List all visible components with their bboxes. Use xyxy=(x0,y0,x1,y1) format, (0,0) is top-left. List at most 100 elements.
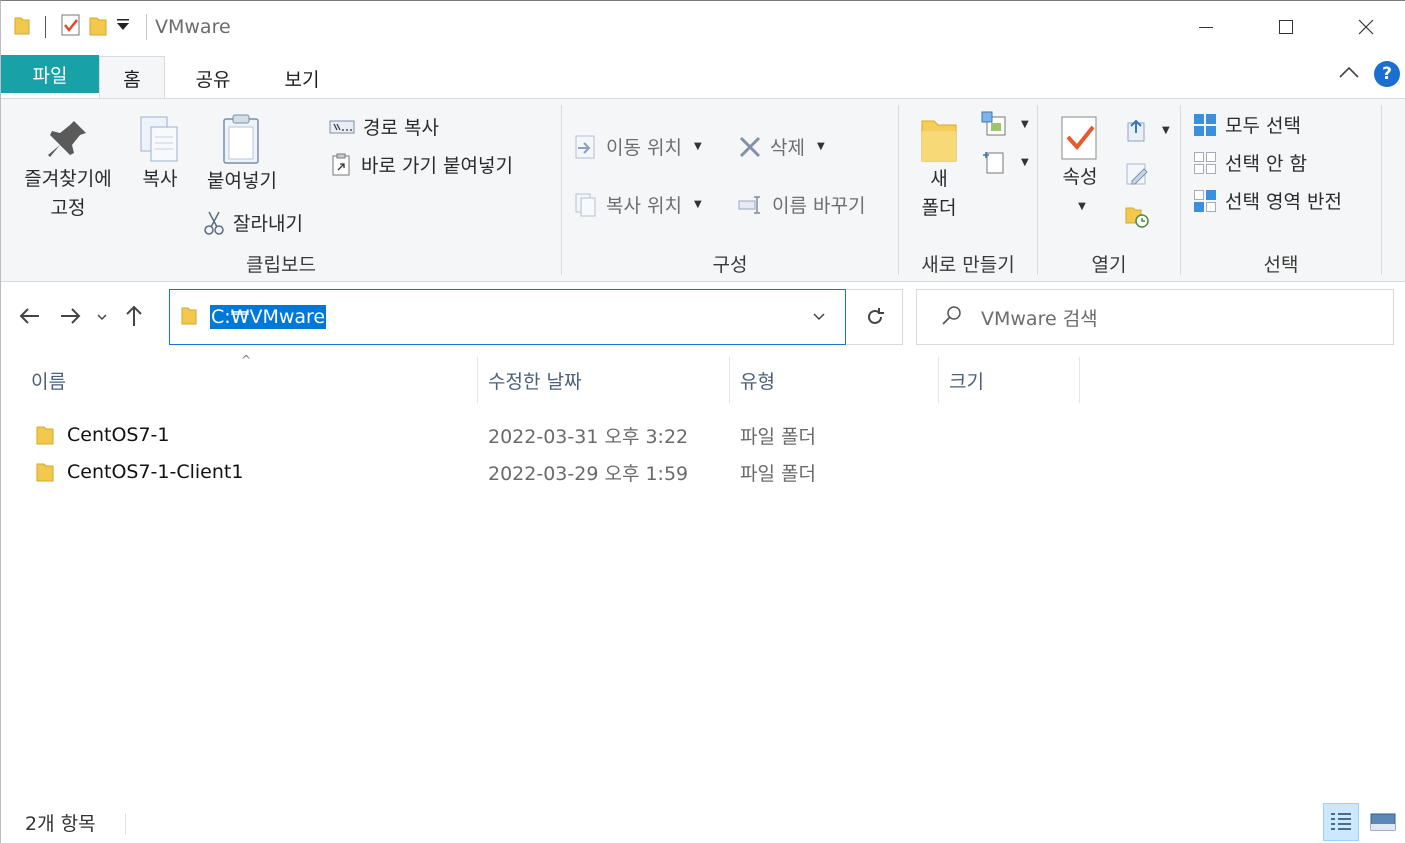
open-dropdown-icon: ▼ xyxy=(1162,124,1170,136)
copy-to-label: 복사 위치 xyxy=(606,195,682,217)
ribbon-tabs-right: ? xyxy=(1338,61,1400,87)
title-bar: VMware xyxy=(1,1,1405,53)
group-new: 새 폴더 ▼ ▼ 새로 만들기 xyxy=(899,99,1037,283)
group-open-label: 열기 xyxy=(1091,254,1127,276)
copy-path-label: 경로 복사 xyxy=(363,117,439,139)
copy-to-dropdown-icon: ▼ xyxy=(693,199,702,210)
search-icon xyxy=(941,304,963,330)
new-folder-label-line2: 폴더 xyxy=(921,197,957,219)
edit-button[interactable] xyxy=(1124,161,1150,187)
paste-shortcut-button[interactable]: 바로 가기 붙여넣기 xyxy=(331,151,513,178)
move-to-button[interactable]: 이동 위치 ▼ xyxy=(574,133,702,160)
address-folder-icon xyxy=(180,304,198,330)
back-arrow-icon[interactable] xyxy=(15,301,45,335)
large-icons-view-icon xyxy=(1370,813,1396,831)
move-to-label: 이동 위치 xyxy=(606,137,682,159)
invert-selection-button[interactable]: 선택 영역 반전 xyxy=(1193,187,1342,214)
folder-icon xyxy=(36,463,54,482)
large-icons-view-button[interactable] xyxy=(1365,803,1401,841)
pin-label-line2: 고정 xyxy=(50,197,86,219)
move-to-icon xyxy=(575,135,595,158)
status-divider xyxy=(125,813,126,835)
file-name: CentOS7-1 xyxy=(67,424,170,446)
file-type: 파일 폴더 xyxy=(740,462,816,485)
delete-button[interactable]: 삭제 ▼ xyxy=(738,133,825,160)
refresh-button[interactable] xyxy=(847,289,903,345)
paste-label: 붙여넣기 xyxy=(207,170,277,192)
select-all-button[interactable]: 모두 선택 xyxy=(1193,111,1301,138)
history-icon xyxy=(1125,207,1149,228)
properties-label: 속성 xyxy=(1062,166,1098,188)
cut-button[interactable]: 잘라내기 xyxy=(203,209,303,236)
copy-to-button[interactable]: 복사 위치 ▼ xyxy=(574,191,702,218)
item-count: 2개 항목 xyxy=(25,813,96,835)
group-open: 속성 ▼ ▼ 열기 xyxy=(1038,99,1180,283)
properties-button[interactable]: 속성 ▼ xyxy=(1052,113,1108,221)
details-view-icon xyxy=(1331,813,1351,830)
properties-check-icon[interactable] xyxy=(60,13,82,41)
copy-path-icon xyxy=(329,120,355,133)
tab-home[interactable]: 홈 xyxy=(99,56,165,100)
select-none-button[interactable]: 선택 안 함 xyxy=(1193,149,1307,176)
new-folder-icon[interactable] xyxy=(88,13,108,41)
edit-pencil-icon xyxy=(1126,163,1148,185)
minimize-button[interactable] xyxy=(1166,1,1246,53)
address-bar[interactable]: C:₩VMware xyxy=(169,289,846,345)
close-button[interactable] xyxy=(1326,1,1405,53)
help-icon[interactable]: ? xyxy=(1374,61,1400,87)
column-name[interactable]: 이름 xyxy=(21,357,477,403)
recent-locations-chevron-down-icon[interactable] xyxy=(95,309,109,328)
paste-shortcut-icon xyxy=(332,153,350,175)
column-size[interactable]: 크기 xyxy=(939,357,1079,403)
close-icon xyxy=(1358,19,1374,35)
easy-access-dropdown-icon: ▼ xyxy=(1021,156,1029,168)
tab-share[interactable]: 공유 xyxy=(177,57,249,99)
column-type[interactable]: 유형 xyxy=(730,357,938,403)
file-date: 2022-03-31 오후 3:22 xyxy=(488,425,689,448)
collapse-ribbon-chevron-up-icon[interactable] xyxy=(1338,64,1360,84)
table-row[interactable]: CentOS7-1 2022-03-31 오후 3:22 파일 폴더 xyxy=(1,417,901,453)
minimize-icon xyxy=(1199,27,1213,28)
details-view-button[interactable] xyxy=(1323,803,1359,841)
new-folder-button[interactable]: 새 폴더 xyxy=(913,113,965,223)
search-placeholder: VMware 검색 xyxy=(981,307,1098,330)
new-item-icon xyxy=(981,111,1006,136)
copy-path-button[interactable]: 경로 복사 xyxy=(329,113,439,140)
easy-access-icon xyxy=(983,152,1004,174)
open-button[interactable]: ▼ xyxy=(1124,117,1170,143)
move-to-dropdown-icon: ▼ xyxy=(693,141,702,152)
address-path[interactable]: C:₩VMware xyxy=(210,305,327,329)
select-none-icon xyxy=(1194,151,1216,174)
column-date[interactable]: 수정한 날짜 xyxy=(478,357,729,403)
invert-selection-label: 선택 영역 반전 xyxy=(1225,191,1342,213)
address-history-chevron-down-icon[interactable] xyxy=(811,308,827,328)
up-arrow-icon[interactable] xyxy=(119,301,149,335)
forward-arrow-icon[interactable] xyxy=(55,301,85,335)
tab-file[interactable]: 파일 xyxy=(1,55,99,93)
table-row[interactable]: CentOS7-1-Client1 2022-03-29 오후 1:59 파일 … xyxy=(1,454,901,490)
search-box[interactable]: VMware 검색 xyxy=(916,289,1394,345)
rename-icon xyxy=(738,195,760,214)
pin-to-quick-access-button[interactable]: 즐겨찾기에 고정 xyxy=(13,117,123,223)
paste-shortcut-label: 바로 가기 붙여넣기 xyxy=(361,155,513,177)
copy-button[interactable]: 복사 xyxy=(135,113,185,194)
cut-label: 잘라내기 xyxy=(233,213,303,235)
maximize-button[interactable] xyxy=(1246,1,1326,53)
window-controls xyxy=(1166,1,1405,53)
tab-view[interactable]: 보기 xyxy=(267,57,337,99)
paste-button[interactable]: 붙여넣기 xyxy=(197,113,287,196)
group-select-label: 선택 xyxy=(1263,254,1299,276)
easy-access-button[interactable]: ▼ xyxy=(981,149,1029,175)
group-organize: 이동 위치 ▼ 복사 위치 ▼ 삭제 ▼ 이름 바꾸기 구성 xyxy=(562,99,898,283)
copy-icon xyxy=(140,116,178,162)
scissors-icon xyxy=(204,211,224,235)
rename-button[interactable]: 이름 바꾸기 xyxy=(738,191,865,218)
column-divider[interactable] xyxy=(1079,357,1080,403)
view-switcher xyxy=(1323,803,1401,841)
history-button[interactable] xyxy=(1124,203,1150,229)
ribbon-tabs: 파일 홈 공유 보기 ? xyxy=(1,53,1405,100)
new-item-button[interactable]: ▼ xyxy=(981,111,1029,137)
qat-dropdown-icon[interactable] xyxy=(114,14,132,40)
explorer-window: VMware 파일 홈 공유 보기 ? 즐겨찾기에 고정 복사 붙여넣기 경로 … xyxy=(0,0,1405,843)
title-divider xyxy=(146,14,147,40)
